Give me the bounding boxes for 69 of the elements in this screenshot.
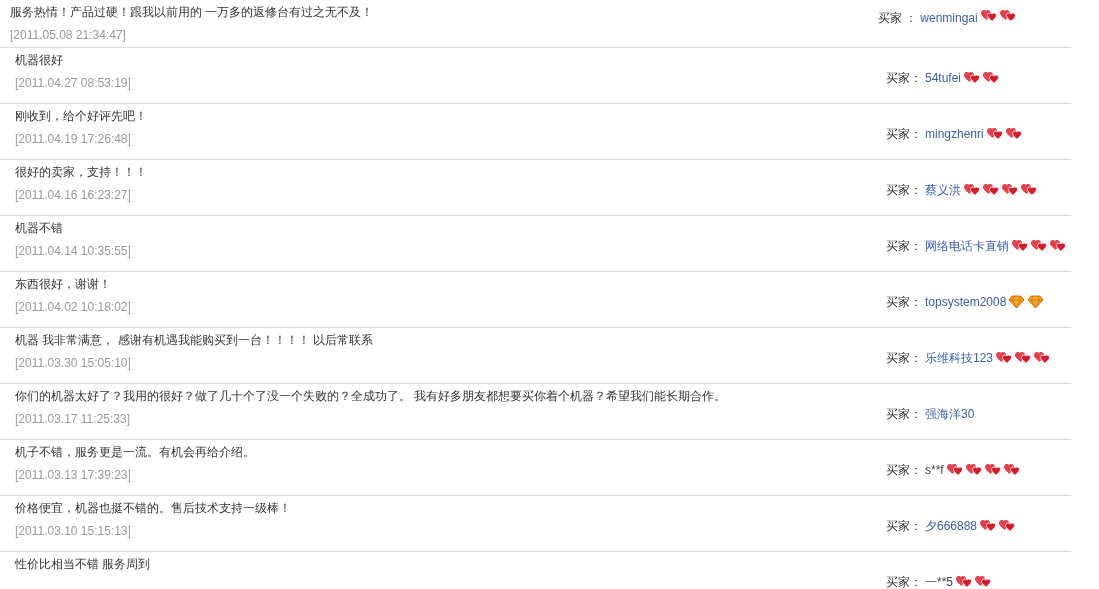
hearts-icon [1020,182,1037,197]
hearts-icon [955,574,972,589]
buyer-link[interactable]: 夕666888 [925,516,978,535]
buyer-label: 买家： [886,517,922,535]
hearts-icon [963,70,981,85]
buyer-label: 买家： [886,349,922,367]
review-date: [2011.03.13 17:39:23] [15,467,132,483]
review-comment: 性价比相当不错 服务周到 [15,556,152,572]
hearts-icon [983,462,1001,477]
hearts-icon [995,350,1013,365]
buyer-link[interactable]: 乐维科技123 [925,348,994,367]
buyer-link[interactable]: topsystem2008 [925,292,1007,311]
buyer-name: s**f [925,461,944,479]
review-comment: 东西很好，谢谢！ [15,276,112,292]
review-date: [2011.05.08 21:34:47] [10,27,127,43]
hearts-icon [1004,126,1022,141]
review-comment: 机子不错，服务更是一流。有机会再给介绍。 [15,444,256,460]
buyer-label: 买家： [886,573,922,589]
buyer-link[interactable]: wenmingai [920,9,978,27]
review-comment: 你们的机器太好了？我用的很好？做了几十个了没一个失败的？全成功了。 我有好多朋友都想要买你着个机器？希望我们能长期合作。 [15,388,728,404]
buyer-link[interactable]: 蔡义洪 [925,180,961,199]
review-comment: 机器 我非常满意， 感谢有机遇我能购买到一台！！！！ 以后常联系 [15,332,374,348]
review-date: [2011.04.27 08:53:19] [15,75,132,91]
hearts-icon [985,126,1003,141]
buyer-label: 买家： [886,293,922,311]
hearts-icon [998,9,1016,23]
buyer-label: 买家： [886,405,922,423]
buyer-link[interactable]: 网络电话卡直销 [925,236,1009,255]
review-comment: 价格便宜，机器也挺不错的。售后技术支持一级棒！ [15,500,292,516]
hearts-icon [979,9,997,23]
buyer-link[interactable]: 54tufei [925,68,962,87]
hearts-icon [982,182,999,197]
review-date: [2011.04.02 10:18:02] [15,299,132,315]
hearts-icon [1049,238,1066,253]
review-date: [2011.03.10 15:15:13] [15,523,132,539]
hearts-icon [1030,238,1047,253]
buyer-label: 买家 ： [878,10,918,27]
review-date: [2011.03.30 15:05:10] [15,355,132,371]
buyer-label: 买家： [886,181,922,199]
hearts-icon [963,182,980,197]
hearts-icon [998,518,1016,533]
hearts-icon [982,70,1000,85]
buyer-label: 买家： [886,69,922,87]
hearts-icon [1033,350,1051,365]
buyer-name: 一**5 [925,573,953,589]
review-comment: 刚收到，给个好评先吧！ [15,108,148,124]
hearts-icon [1002,462,1020,477]
review-date: [2011.04.19 17:26:48] [15,131,132,147]
review-comment: 很好的卖家，支持！！！ [15,164,148,180]
hearts-icon [1011,238,1028,253]
review-date: [2011.04.14 10:35:55] [15,243,132,259]
buyer-link[interactable]: mingzhenri [925,124,984,143]
buyer-label: 买家： [886,237,922,255]
buyer-link[interactable]: 强海洋30 [925,404,975,423]
review-date: [2011.04.16 16:23:27] [15,187,132,203]
review-comment: 机器不错 [15,220,64,236]
hearts-icon [1014,350,1032,365]
buyer-label: 买家： [886,461,922,479]
diamond-icon [1027,294,1045,309]
review-comment: 服务热情！产品过硬！跟我以前用的 一万多的返修台有过之无不及！ [10,4,375,20]
hearts-icon [945,462,963,477]
diamond-icon [1008,294,1026,309]
hearts-icon [1001,182,1018,197]
review-date: [2011.03.17 11:25:33] [15,411,131,427]
hearts-icon [974,574,991,589]
hearts-icon [979,518,997,533]
buyer-label: 买家： [886,125,922,143]
hearts-icon [964,462,982,477]
review-comment: 机器很好 [15,52,64,68]
